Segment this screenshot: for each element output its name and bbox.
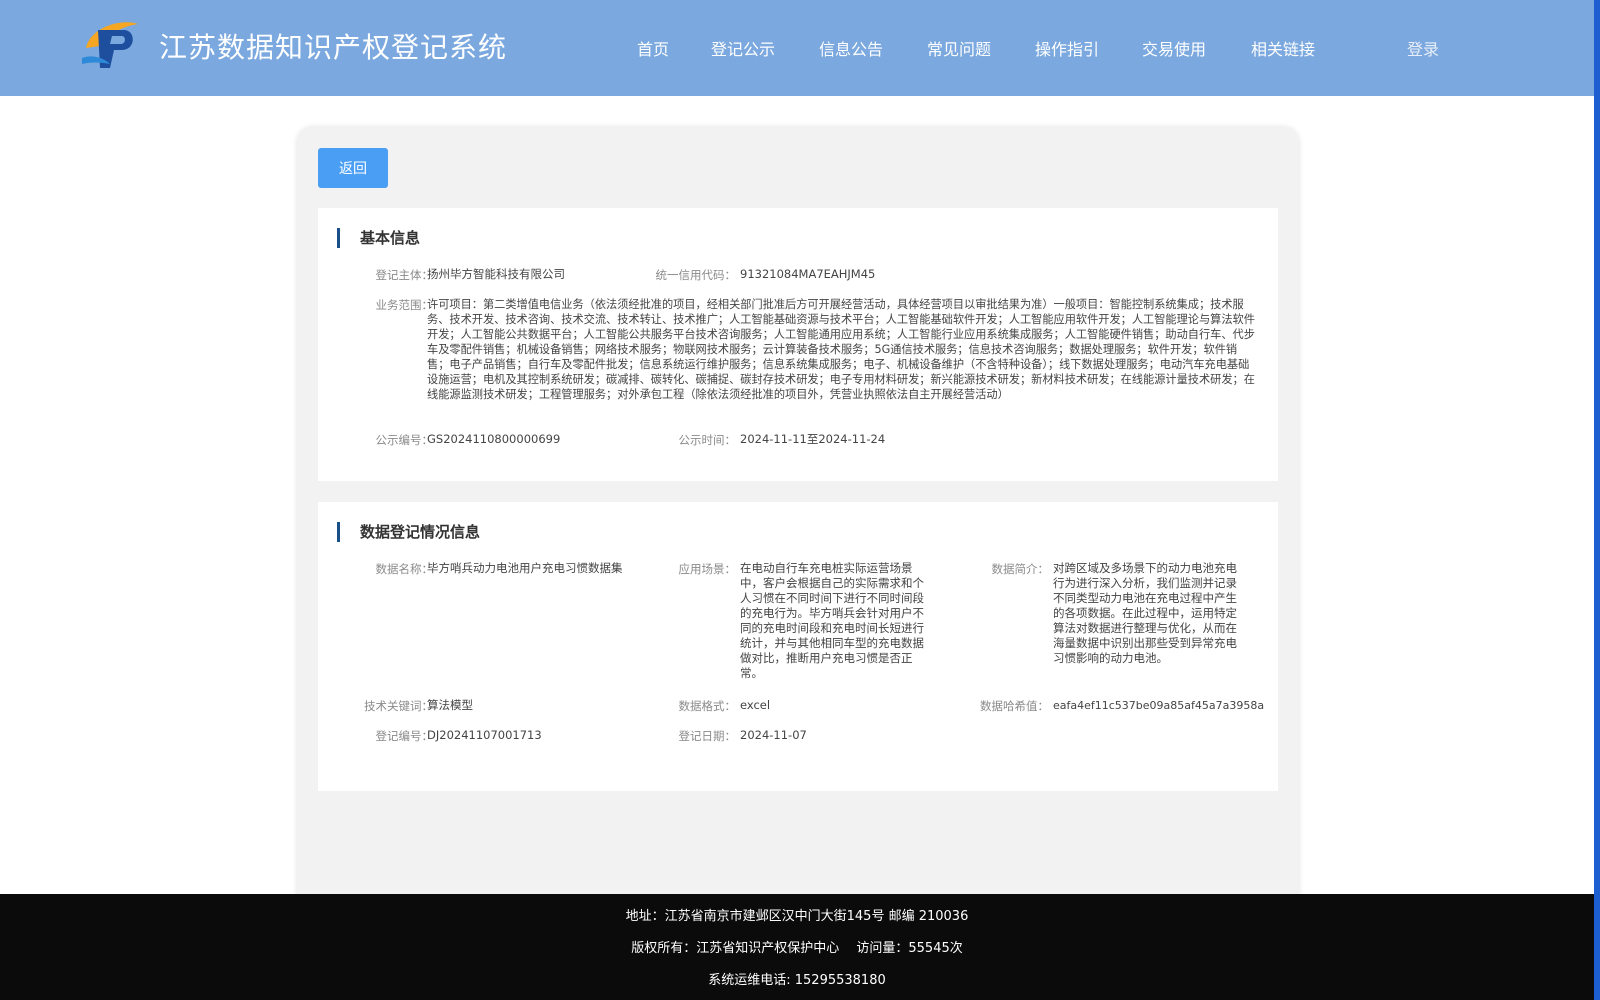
footer-address: 地址：江苏省南京市建邺区汉中门大街145号 邮编 210036 (625, 909, 969, 924)
nav-registration-publicity[interactable]: 登记公示 (711, 36, 775, 60)
data-hash-label: 数据哈希值： (980, 699, 1049, 713)
data-hash-value: eafa4ef11c537be09a85af45a7a3958a (1053, 699, 1265, 712)
publicity-time-value: 2024-11-11至2024-11-24 (740, 432, 886, 446)
subject-value: 扬州毕方智能科技有限公司 (427, 267, 565, 281)
login-link[interactable]: 登录 (1407, 36, 1439, 60)
basic-info-card: 基本信息 登记主体： 扬州毕方智能科技有限公司 统一信用代码： 91321084… (318, 208, 1278, 481)
tech-keyword-value: 算法模型 (427, 698, 473, 712)
publicity-no-value: GS2024110800000699 (427, 432, 561, 446)
nav-home[interactable]: 首页 (637, 36, 669, 60)
publicity-time-label: 公示时间： (678, 433, 737, 447)
registration-date-label: 登记日期： (678, 729, 737, 743)
scrollbar-edge (1594, 0, 1600, 1000)
business-scope-value: 许可项目：第二类增值电信业务（依法须经批准的项目，经相关部门批准后方可开展经营活… (427, 298, 1255, 401)
nav-faq[interactable]: 常见问题 (927, 36, 991, 60)
scenario-label: 应用场景： (678, 562, 737, 576)
site-title: 江苏数据知识产权登记系统 (159, 31, 508, 64)
data-format-value: excel (740, 698, 771, 712)
data-intro-label: 数据简介： (991, 562, 1050, 576)
nav-guide[interactable]: 操作指引 (1035, 36, 1099, 60)
section-heading-data: 数据登记情况信息 (337, 522, 480, 542)
subject-label: 登记主体： (375, 268, 434, 282)
footer-copyright: 版权所有：江苏省知识产权保护中心 访问量：55545次 (631, 941, 963, 956)
back-button[interactable]: 返回 (318, 148, 388, 188)
nav-links[interactable]: 相关链接 (1251, 36, 1315, 60)
data-name-label: 数据名称： (375, 562, 434, 576)
registration-no-value: DJ20241107001713 (427, 728, 542, 742)
business-scope-label: 业务范围： (375, 298, 434, 312)
credit-code-label: 统一信用代码： (655, 268, 737, 282)
tech-keyword-label: 技术关键词： (364, 699, 433, 713)
footer-phone: 系统运维电话: 15295538180 (708, 973, 886, 988)
nav-announcements[interactable]: 信息公告 (819, 36, 883, 60)
registration-date-value: 2024-11-07 (740, 728, 807, 742)
publicity-no-label: 公示编号： (375, 433, 434, 447)
logo-icon (82, 22, 138, 68)
registration-no-label: 登记编号： (375, 729, 434, 743)
site-footer: 地址：江苏省南京市建邺区汉中门大街145号 邮编 210036 版权所有：江苏省… (0, 894, 1594, 1000)
data-name-value: 毕方哨兵动力电池用户充电习惯数据集 (427, 561, 623, 575)
data-format-label: 数据格式： (678, 699, 737, 713)
top-header: 江苏数据知识产权登记系统 首页 登记公示 信息公告 常见问题 操作指引 交易使用… (0, 0, 1594, 96)
data-intro-value: 对跨区域及多场景下的动力电池充电行为进行深入分析，我们监测并记录不同类型动力电池… (1053, 561, 1237, 665)
nav-trading[interactable]: 交易使用 (1142, 36, 1206, 60)
credit-code-value: 91321084MA7EAHJM45 (740, 267, 876, 281)
data-registration-card: 数据登记情况信息 数据名称： 毕方哨兵动力电池用户充电习惯数据集 应用场景： 在… (318, 502, 1278, 791)
section-heading-basic: 基本信息 (337, 228, 420, 248)
scenario-value: 在电动自行车充电桩实际运营场景中，客户会根据自己的实际需求和个人习惯在不同时间下… (740, 561, 924, 680)
